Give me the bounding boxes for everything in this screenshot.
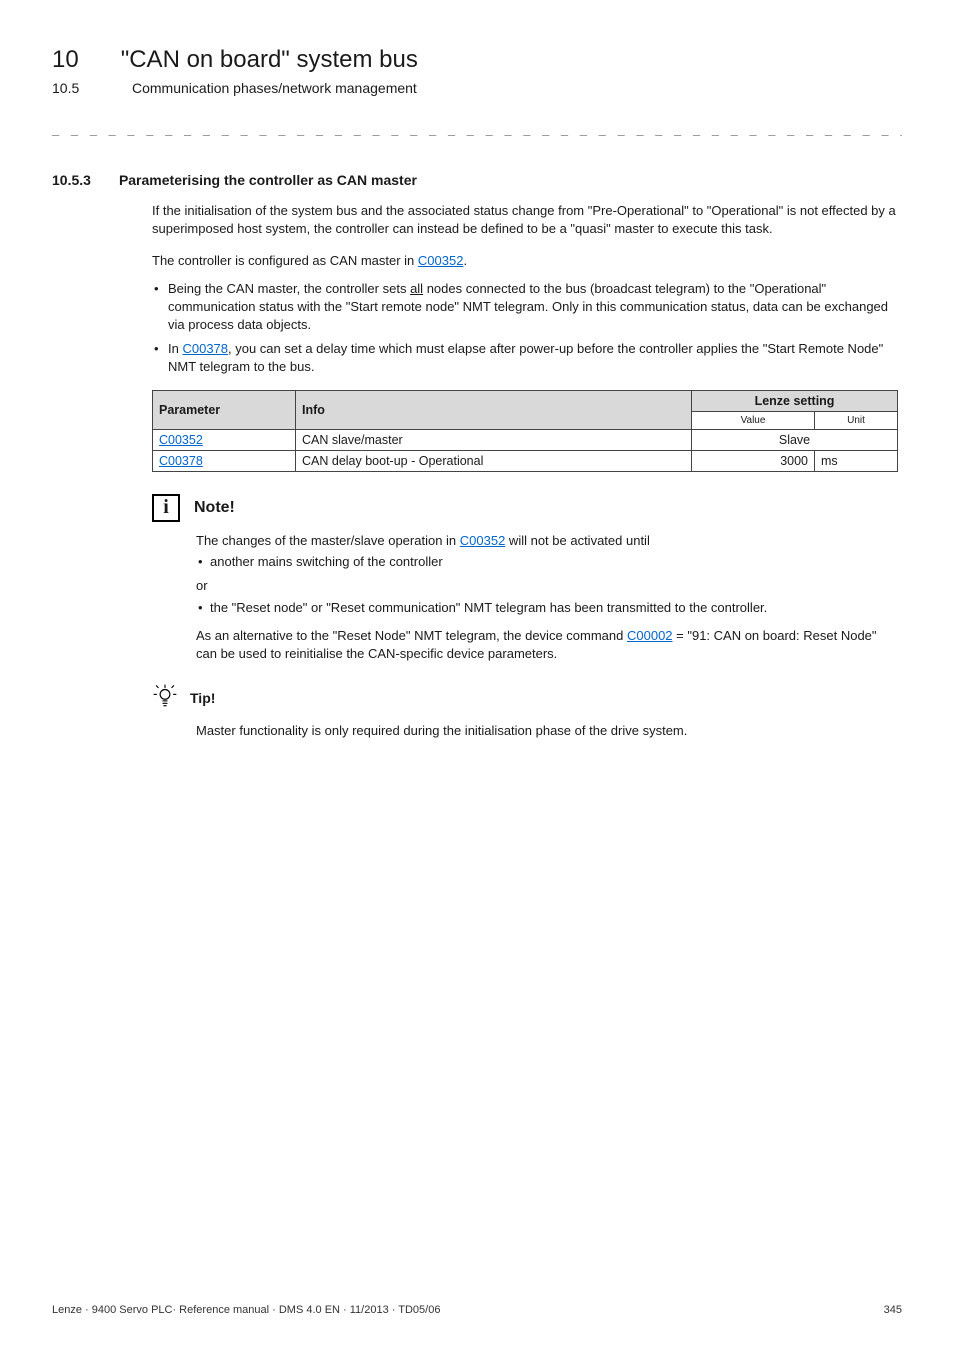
section-number: 10.5.3 xyxy=(52,172,91,188)
subchapter-number: 10.5 xyxy=(52,80,90,96)
cell-info: CAN delay boot-up - Operational xyxy=(296,450,692,471)
link-c00352[interactable]: C00352 xyxy=(418,253,464,268)
paragraph: If the initialisation of the system bus … xyxy=(152,202,898,238)
section-title: Parameterising the controller as CAN mas… xyxy=(119,172,417,188)
underlined-text: all xyxy=(410,281,423,296)
paragraph: The controller is configured as CAN mast… xyxy=(152,252,898,270)
horizontal-rule: _ _ _ _ _ _ _ _ _ _ _ _ _ _ _ _ _ _ _ _ … xyxy=(52,122,902,136)
col-value: Value xyxy=(692,411,815,429)
cell-value: Slave xyxy=(692,429,898,450)
chapter-title: "CAN on board" system bus xyxy=(121,46,418,74)
col-parameter: Parameter xyxy=(153,390,296,429)
footer-left: Lenze · 9400 Servo PLC· Reference manual… xyxy=(52,1304,440,1316)
text: The controller is configured as CAN mast… xyxy=(152,253,418,268)
subchapter-title: Communication phases/network management xyxy=(132,80,417,96)
table-header-row: Parameter Info Lenze setting xyxy=(153,390,898,411)
list-item: the "Reset node" or "Reset communication… xyxy=(196,599,898,617)
lightbulb-icon xyxy=(152,683,178,712)
cell-value: 3000 xyxy=(692,450,815,471)
subchapter-header: 10.5 Communication phases/network manage… xyxy=(52,80,902,96)
note-body: The changes of the master/slave operatio… xyxy=(196,532,898,664)
link-c00352[interactable]: C00352 xyxy=(460,533,506,548)
tip-title: Tip! xyxy=(190,690,215,706)
chapter-header: 10 "CAN on board" system bus xyxy=(52,46,902,74)
tip-block: Tip! Master functionality is only requir… xyxy=(152,683,898,740)
tip-header: Tip! xyxy=(152,683,898,712)
table-row: C00352 CAN slave/master Slave xyxy=(153,429,898,450)
text: , you can set a delay time which must el… xyxy=(168,341,883,374)
note-block: i Note! The changes of the master/slave … xyxy=(152,494,898,664)
text: In xyxy=(168,341,182,356)
list-item: In C00378, you can set a delay time whic… xyxy=(152,340,898,376)
page-footer: Lenze · 9400 Servo PLC· Reference manual… xyxy=(52,1304,902,1316)
info-icon: i xyxy=(152,494,180,522)
list-item: another mains switching of the controlle… xyxy=(196,553,898,571)
col-setting: Lenze setting xyxy=(692,390,898,411)
link-c00378[interactable]: C00378 xyxy=(182,341,228,356)
cell-info: CAN slave/master xyxy=(296,429,692,450)
section-heading: 10.5.3 Parameterising the controller as … xyxy=(52,172,902,188)
list-item: Being the CAN master, the controller set… xyxy=(152,280,898,334)
parameter-table: Parameter Info Lenze setting Value Unit … xyxy=(152,390,898,472)
link-c00352[interactable]: C00352 xyxy=(159,433,203,447)
tip-body: Master functionality is only required du… xyxy=(196,722,898,740)
col-unit: Unit xyxy=(815,411,898,429)
note-bullets: the "Reset node" or "Reset communication… xyxy=(196,599,898,617)
chapter-number: 10 xyxy=(52,46,79,74)
text: As an alternative to the "Reset Node" NM… xyxy=(196,628,627,643)
text: Being the CAN master, the controller set… xyxy=(168,281,410,296)
note-line: As an alternative to the "Reset Node" NM… xyxy=(196,627,898,663)
link-c00378[interactable]: C00378 xyxy=(159,454,203,468)
text: . xyxy=(463,253,467,268)
table-row: C00378 CAN delay boot-up - Operational 3… xyxy=(153,450,898,471)
text: will not be activated until xyxy=(505,533,650,548)
note-bullets: another mains switching of the controlle… xyxy=(196,553,898,571)
note-header: i Note! xyxy=(152,494,898,522)
note-or: or xyxy=(196,577,898,595)
col-info: Info xyxy=(296,390,692,429)
note-title: Note! xyxy=(194,499,235,517)
text: The changes of the master/slave operatio… xyxy=(196,533,460,548)
cell-unit: ms xyxy=(815,450,898,471)
note-line: The changes of the master/slave operatio… xyxy=(196,532,898,550)
page-number: 345 xyxy=(884,1304,902,1316)
link-c00002[interactable]: C00002 xyxy=(627,628,673,643)
bullet-list: Being the CAN master, the controller set… xyxy=(152,280,898,376)
